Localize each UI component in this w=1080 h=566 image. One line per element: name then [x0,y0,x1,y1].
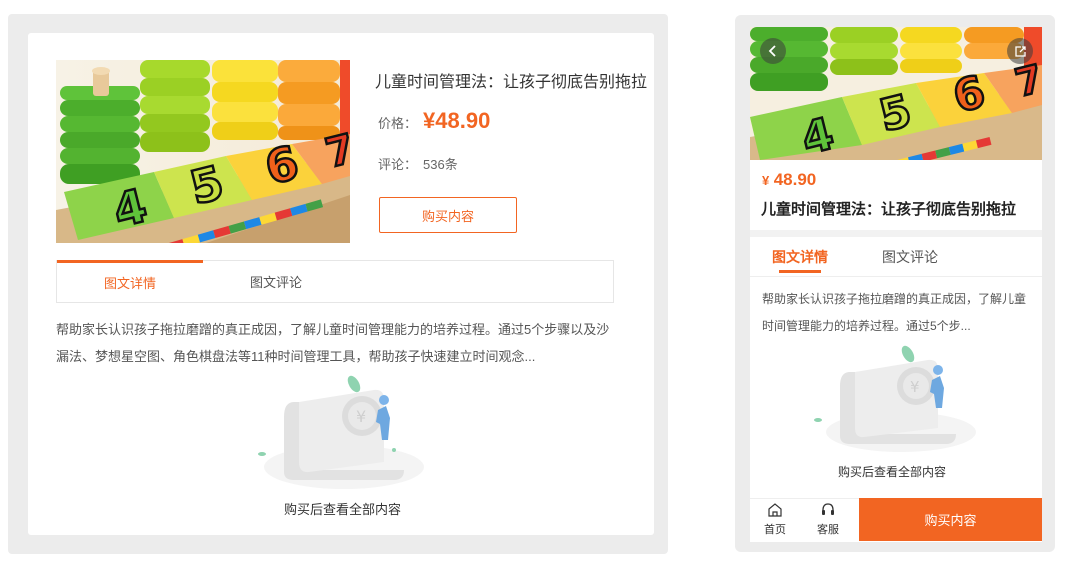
mobile-price: ¥ 48.90 [762,170,816,190]
mobile-product-title: 儿童时间管理法：让孩子彻底告别拖拉 [761,201,1017,218]
detail-tabs: 图文详情 图文评论 [56,260,614,303]
share-button[interactable] [1007,38,1033,64]
chevron-left-icon [768,45,776,57]
price-value: ¥48.90 [423,108,491,133]
headset-icon [822,503,834,515]
buy-content-button[interactable]: 购买内容 [379,197,517,233]
nav-service[interactable]: 客服 [811,502,845,537]
nav-service-label: 客服 [817,524,839,536]
mobile-locked-hint: 购买后查看全部内容 [838,465,947,479]
price-row: 价格： ¥48.90 [378,108,490,134]
mobile-tab-details[interactable]: 图文详情 [750,237,850,276]
divider [750,230,1042,237]
tab-details[interactable]: 图文详情 [57,260,203,302]
product-cover-image: 4 5 6 7 [56,60,350,243]
mobile-price-value: 48.90 [773,170,817,189]
mobile-price-symbol: ¥ [762,173,770,188]
home-icon [768,503,782,517]
price-label: 价格： [378,116,418,131]
nav-home-label: 首页 [764,524,786,536]
nav-home[interactable]: 首页 [758,502,792,537]
mobile-tabs: 图文详情 图文评论 [750,237,1042,277]
share-icon [1014,45,1026,57]
svg-text:¥: ¥ [356,407,366,426]
svg-text:¥: ¥ [910,378,920,396]
locked-hint: 购买后查看全部内容 [284,502,402,517]
product-title: 儿童时间管理法：让孩子彻底告别拖拉 [375,74,648,91]
back-button[interactable] [760,38,786,64]
tab-comments[interactable]: 图文评论 [203,261,349,302]
mobile-buy-button[interactable]: 购买内容 [859,498,1042,541]
mobile-cover-image: 4 5 6 7 [750,27,1042,160]
locked-content-illustration: ¥ [244,372,434,497]
comment-row: 评论： 536条 [378,154,458,173]
comment-label: 评论： [378,157,418,172]
comment-count: 536条 [423,157,458,172]
product-description: 帮助家长认识孩子拖拉磨蹭的真正成因，了解儿童时间管理能力的培养过程。通过5个步骤… [56,322,610,364]
mobile-description: 帮助家长认识孩子拖拉磨蹭的真正成因，了解儿童时间管理能力的培养过程。通过5个步.… [762,292,1027,333]
mobile-locked-illustration: ¥ [806,344,986,459]
mobile-tab-comments[interactable]: 图文评论 [850,237,970,276]
